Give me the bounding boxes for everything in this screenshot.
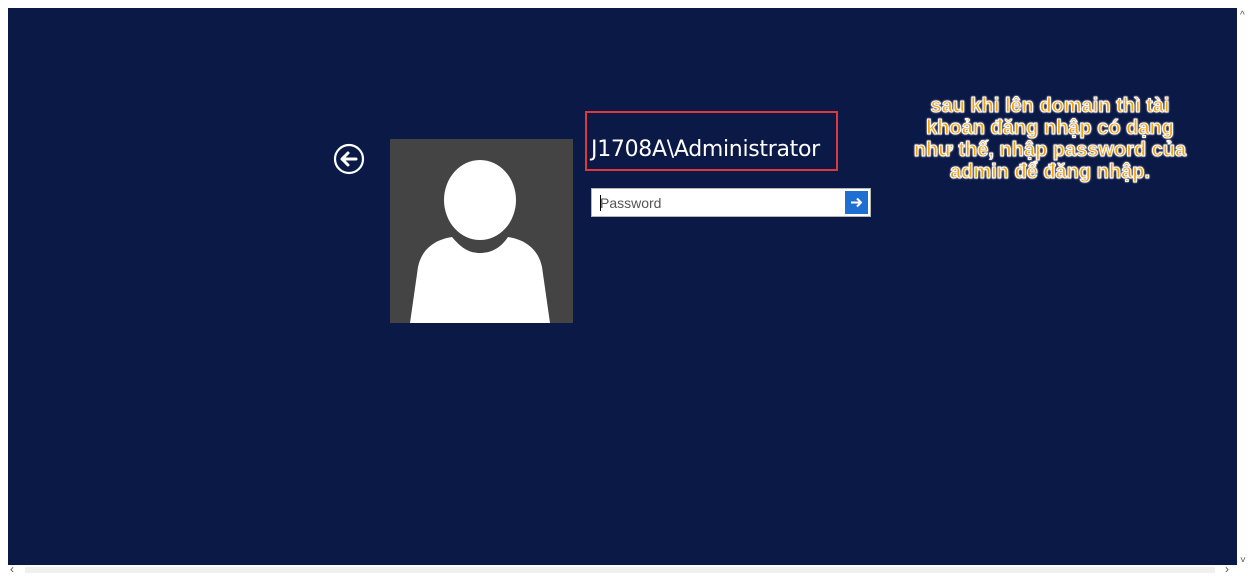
back-arrow-circle-icon[interactable] [333,143,365,175]
text-cursor [600,195,601,211]
user-avatar [390,139,573,323]
scroll-left-arrow[interactable]: ‹ [10,562,14,576]
password-field[interactable] [591,188,871,217]
account-username: J1708A\Administrator [591,137,820,162]
password-input[interactable] [592,189,840,216]
user-silhouette-icon [410,160,550,323]
scroll-right-arrow[interactable]: › [1225,562,1229,576]
horizontal-scrollbar[interactable] [25,567,1215,573]
submit-button[interactable] [845,191,868,214]
scroll-up-arrow[interactable]: ^ [1240,10,1245,21]
scroll-down-arrow[interactable]: ˅ [1240,555,1246,566]
annotation-note: sau khi lên domain thì tài khoản đăng nh… [913,95,1187,184]
lock-screen [8,8,1237,565]
arrow-right-icon [851,197,863,208]
